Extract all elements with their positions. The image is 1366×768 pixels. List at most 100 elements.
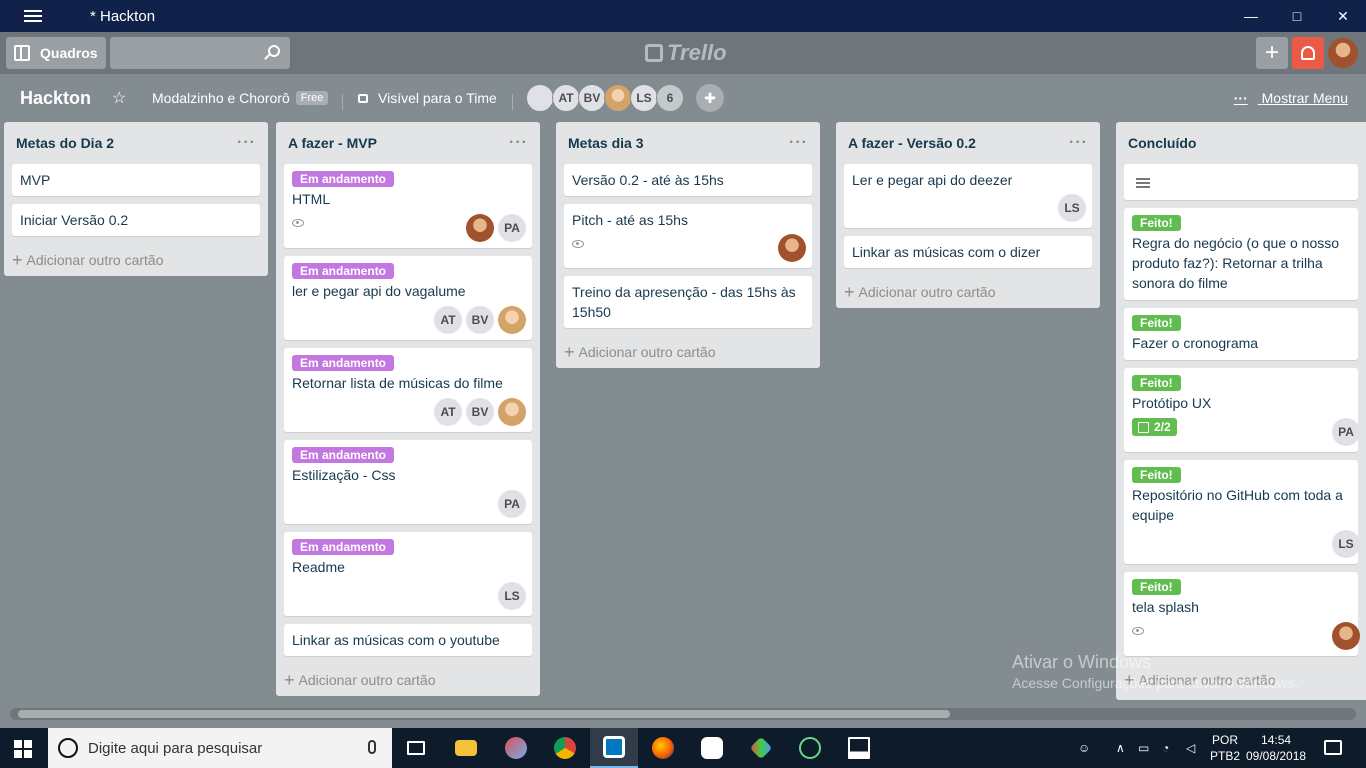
trello-app-icon[interactable] (590, 728, 638, 768)
card[interactable]: Em andamento Readme LS (284, 532, 532, 616)
card[interactable]: Treino da apresenção - das 15hs às 15h50 (564, 276, 812, 328)
cortana-icon[interactable] (58, 738, 78, 758)
list-title[interactable]: Metas do Dia 2 (16, 135, 114, 151)
slack-icon[interactable] (688, 728, 736, 768)
create-button[interactable]: + (1256, 37, 1288, 69)
list-title[interactable]: Concluído (1128, 135, 1196, 151)
list-header[interactable]: A fazer - Versão 0.2 ··· (844, 122, 1092, 164)
plus-icon: + (564, 341, 575, 362)
card-member-avatar[interactable] (778, 234, 806, 262)
board-name[interactable]: Hackton (20, 88, 91, 109)
card[interactable]: Feito! Regra do negócio (o que o nosso p… (1124, 208, 1358, 300)
boards-button[interactable]: Quadros (6, 37, 106, 69)
card[interactable]: Feito! tela splash (1124, 572, 1360, 656)
card-member-avatar[interactable] (498, 398, 526, 426)
card[interactable]: Linkar as músicas com o youtube (284, 624, 532, 656)
card[interactable]: Linkar as músicas com o dizer (844, 236, 1092, 268)
language-indicator[interactable]: POR PTB2 (1210, 732, 1240, 764)
add-card-button[interactable]: + Adicionar outro cartão (12, 244, 260, 276)
card-member-avatar[interactable]: BV (466, 398, 494, 426)
minimize-button[interactable]: — (1228, 0, 1274, 32)
firefox-icon[interactable] (639, 728, 687, 768)
card[interactable]: Pitch - até as 15hs (564, 204, 812, 268)
list-header[interactable]: Metas dia 3 ··· (564, 122, 812, 164)
add-card-button[interactable]: + Adicionar outro cartão (284, 664, 532, 696)
list-title[interactable]: Metas dia 3 (568, 135, 643, 151)
notifications-button[interactable] (1292, 37, 1324, 69)
add-card-button[interactable]: + Adicionar outro cartão (564, 336, 812, 368)
system-clock[interactable]: 14:54 09/08/2018 (1246, 732, 1306, 764)
card-member-avatar[interactable]: BV (466, 306, 494, 334)
scrollbar-thumb[interactable] (18, 710, 950, 718)
card[interactable]: Em andamento ler e pegar api do vagalume… (284, 256, 532, 340)
visibility-button[interactable]: Visível para o Time (358, 90, 497, 106)
trello-logo[interactable]: Trello (645, 40, 727, 66)
list-header[interactable]: Concluído (1124, 122, 1358, 164)
file-explorer-icon[interactable] (442, 728, 490, 768)
user-avatar[interactable] (1328, 38, 1358, 68)
star-icon[interactable]: ☆ (112, 88, 126, 108)
show-hidden-icons-icon[interactable]: ∧ (1116, 728, 1125, 768)
card-member-avatar[interactable]: PA (498, 490, 526, 518)
taskbar-search-input[interactable]: Digite aqui para pesquisar (48, 728, 392, 768)
microphone-icon[interactable] (368, 740, 376, 754)
member-avatar[interactable]: AT (552, 84, 580, 112)
card[interactable] (1124, 164, 1358, 200)
card-member-avatar[interactable]: LS (1058, 194, 1086, 222)
task-view-icon[interactable] (392, 728, 440, 768)
card[interactable]: Em andamento Estilização - Css PA (284, 440, 532, 524)
action-center-icon[interactable] (1324, 740, 1342, 755)
team-button[interactable]: Modalzinho e Chororô Free (152, 90, 329, 106)
card-member-avatar[interactable]: AT (434, 306, 462, 334)
card-member-avatar[interactable]: LS (498, 582, 526, 610)
close-button[interactable]: ✕ (1320, 0, 1366, 32)
list-header[interactable]: A fazer - MVP ··· (284, 122, 532, 164)
card[interactable]: Versão 0.2 - até às 15hs (564, 164, 812, 196)
card[interactable]: Feito! Protótipo UX 2/2 PA (1124, 368, 1360, 452)
chrome-icon[interactable] (541, 728, 589, 768)
invite-member-button[interactable]: ✚ (696, 84, 724, 112)
windows-start-icon[interactable] (14, 740, 32, 758)
people-icon[interactable]: ☺ (1078, 728, 1090, 768)
photos-icon[interactable] (835, 728, 883, 768)
wifi-icon[interactable]: ◔ (1162, 728, 1169, 768)
volume-icon[interactable]: ◁ (1186, 728, 1195, 768)
gitkraken-icon[interactable] (737, 728, 785, 768)
card-member-avatar[interactable]: PA (1332, 418, 1360, 446)
card-member-avatar[interactable] (498, 306, 526, 334)
card[interactable]: Em andamento Retornar lista de músicas d… (284, 348, 532, 432)
list-menu-icon[interactable]: ··· (237, 134, 256, 152)
search-input[interactable] (110, 37, 290, 69)
list-menu-icon[interactable]: ··· (789, 134, 808, 152)
add-card-label: Adicionar outro cartão (858, 284, 996, 300)
board-horizontal-scrollbar[interactable] (10, 708, 1356, 720)
list-menu-icon[interactable]: ··· (509, 134, 528, 152)
show-menu-button[interactable]: ··· Mostrar Menu (1234, 90, 1348, 106)
card[interactable]: Feito! Fazer o cronograma (1124, 308, 1358, 360)
card[interactable]: Iniciar Versão 0.2 (12, 204, 260, 236)
member-avatar[interactable]: BV (578, 84, 606, 112)
card[interactable]: Em andamento HTML PA (284, 164, 532, 248)
list-header[interactable]: Metas do Dia 2 ··· (12, 122, 260, 164)
card[interactable]: MVP (12, 164, 260, 196)
more-members-count[interactable]: 6 (656, 84, 684, 112)
battery-icon[interactable]: ▭ (1138, 728, 1149, 768)
card-member-avatar[interactable] (466, 214, 494, 242)
member-avatar[interactable] (604, 84, 632, 112)
atom-icon[interactable] (786, 728, 834, 768)
maximize-button[interactable]: □ (1274, 0, 1320, 32)
card-member-avatar[interactable]: PA (498, 214, 526, 242)
list-menu-icon[interactable]: ··· (1069, 134, 1088, 152)
card-member-avatar[interactable] (1332, 622, 1360, 650)
card[interactable]: Feito! Repositório no GitHub com toda a … (1124, 460, 1360, 564)
list-title[interactable]: A fazer - MVP (288, 135, 377, 151)
card-member-avatar[interactable]: AT (434, 398, 462, 426)
member-avatar[interactable]: LS (630, 84, 658, 112)
list-title[interactable]: A fazer - Versão 0.2 (848, 135, 976, 151)
card-member-avatar[interactable]: LS (1332, 530, 1360, 558)
hamburger-menu-icon[interactable] (24, 10, 42, 22)
paint-icon[interactable] (492, 728, 540, 768)
member-avatar[interactable] (526, 84, 554, 112)
add-card-button[interactable]: + Adicionar outro cartão (844, 276, 1092, 308)
card[interactable]: Ler e pegar api do deezer LS (844, 164, 1092, 228)
